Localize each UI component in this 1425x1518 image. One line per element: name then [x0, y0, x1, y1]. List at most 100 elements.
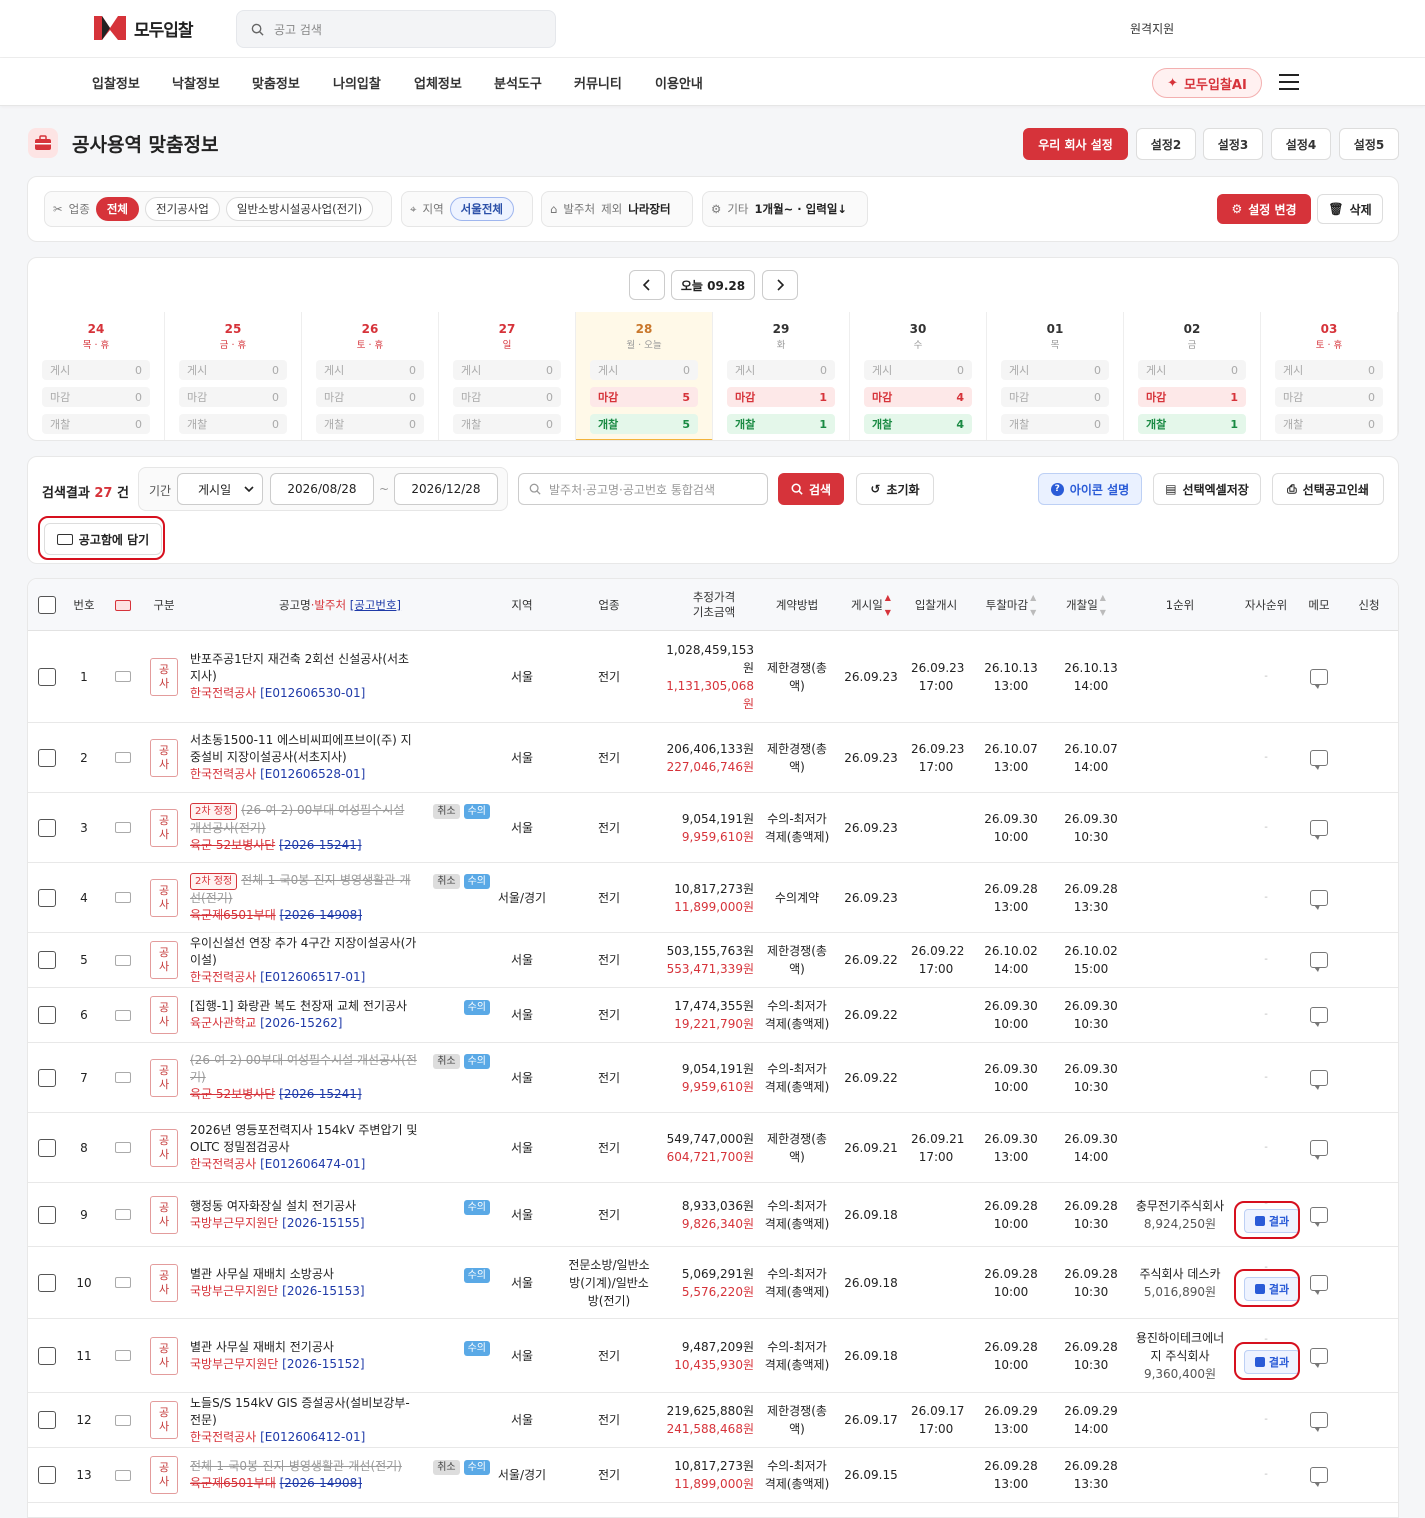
title-cell[interactable]: (26-여-2) 00부대 여성필수시설 개선공사(전기) 취소 수의 육군 52… — [190, 1043, 490, 1112]
excel-save-button[interactable]: ▤ 선택엑셀저장 — [1153, 473, 1261, 505]
row-checkbox-cell[interactable] — [36, 933, 58, 987]
basket-icon[interactable] — [112, 1448, 134, 1502]
bid-number[interactable]: [2026-14908] — [280, 1476, 362, 1490]
title-cell[interactable]: 별관 사무실 재배치 전기공사 수의 국방부근무지원단 [2026-15152] — [190, 1319, 490, 1392]
nav-item-company-info[interactable]: 업체정보 — [414, 73, 462, 92]
date-from-input[interactable]: 2026/08/28 — [270, 473, 374, 505]
bid-owner[interactable]: 한국전력공사 — [190, 686, 256, 700]
row-checkbox-cell[interactable] — [36, 863, 58, 932]
row-checkbox-cell[interactable] — [36, 723, 58, 792]
calendar-count-gae[interactable]: 개찰 0 — [1001, 414, 1109, 434]
memo-cell[interactable] — [1300, 933, 1338, 987]
date-to-input[interactable]: 2026/12/28 — [394, 473, 498, 505]
title-cell[interactable]: 별관 사무실 재배치 소방공사 수의 국방부근무지원단 [2026-15153] — [190, 1247, 490, 1318]
title-cell[interactable]: 2차 정정 전체-1-국0봉-진지-병영생활관-개선(전기) 취소 수의 육군제65… — [190, 863, 490, 932]
calendar-count-mag[interactable]: 마감 5 — [590, 387, 698, 407]
bid-owner[interactable]: 한국전력공사 — [190, 970, 256, 984]
bid-title[interactable]: 노들S/S 154kV GIS 증설공사(설비보강부-전문) — [190, 1396, 410, 1427]
bid-number[interactable]: [E012606474-01] — [260, 1157, 365, 1171]
row-checkbox[interactable] — [38, 1205, 56, 1224]
chip-biz-electric[interactable]: 전기공사업 — [144, 197, 220, 221]
table-row[interactable]: 13 공사 전체-1-국0봉-진지-병영생활관-개선(전기) 취소 수의 육군제6… — [28, 1448, 1398, 1503]
memo-icon[interactable] — [1310, 1007, 1328, 1027]
chip-region-seoul[interactable]: 서울전체 — [449, 197, 514, 221]
memo-icon[interactable] — [1310, 1412, 1328, 1432]
row-checkbox-cell[interactable] — [36, 1247, 58, 1318]
calendar-prev-button[interactable] — [629, 270, 665, 300]
bid-number[interactable]: [E012606517-01] — [260, 970, 365, 984]
title-cell[interactable]: 행정동 여자화장실 설치 전기공사 수의 국방부근무지원단 [2026-1515… — [190, 1183, 490, 1246]
title-cell[interactable]: 전체-1-국0봉-진지-병영생활관-개선(전기) 취소 수의 육군제6501부대 … — [190, 1448, 490, 1502]
preset-5[interactable]: 설정5 — [1339, 128, 1399, 160]
bid-title[interactable]: [집행-1] 화랑관 복도 천장재 교체 전기공사 — [190, 999, 407, 1013]
table-row[interactable]: 6 공사 [집행-1] 화랑관 복도 천장재 교체 전기공사 수의 육군사관학교… — [28, 988, 1398, 1043]
calendar-count-mag[interactable]: 마감 4 — [864, 387, 972, 407]
bid-title[interactable]: (26-여-2) 00부대 여성필수시설 개선공사(전기) — [190, 1053, 417, 1084]
memo-cell[interactable] — [1300, 793, 1338, 862]
calendar-count-post[interactable]: 게시 0 — [453, 360, 561, 380]
bid-number[interactable]: [2026-15241] — [279, 1087, 361, 1101]
filter-owner-group[interactable]: ⌂ 발주처 제외 나라장터 — [541, 191, 693, 227]
row-checkbox[interactable] — [38, 888, 56, 907]
bid-title[interactable]: 전체-1-국0봉-진지-병영생활관-개선(전기) — [190, 1459, 402, 1473]
bid-number[interactable]: [2026-14908] — [280, 908, 362, 922]
table-row[interactable]: 2 공사 서초동1500-11 에스비씨피에프브이(주) 지중설비 지장이설공사… — [28, 723, 1398, 793]
row-checkbox-cell[interactable] — [36, 793, 58, 862]
title-cell[interactable]: 반포주공1단지 재건축 2회선 신설공사(서초지사) 한국전력공사 [E0126… — [190, 631, 490, 722]
calendar-count-mag[interactable]: 마감 0 — [316, 387, 424, 407]
bid-number[interactable]: [E012606412-01] — [260, 1430, 365, 1444]
memo-cell[interactable] — [1300, 1113, 1338, 1182]
calendar-count-mag[interactable]: 마감 0 — [1275, 387, 1383, 407]
bid-number[interactable]: [2026-15262] — [260, 1016, 342, 1030]
calendar-count-gae[interactable]: 개찰 1 — [1138, 414, 1246, 434]
calendar-count-post[interactable]: 게시 0 — [42, 360, 150, 380]
bid-number[interactable]: [2026-15152] — [282, 1357, 364, 1371]
row-checkbox-cell[interactable] — [36, 1183, 58, 1246]
th-close[interactable]: 투찰마감 ▲ ▼ — [978, 579, 1044, 631]
bid-number[interactable]: [2026-15241] — [279, 838, 361, 852]
basket-icon[interactable] — [112, 988, 134, 1042]
calendar-next-button[interactable] — [762, 270, 798, 300]
date-type-select[interactable]: 게시일 — [177, 473, 263, 505]
title-cell[interactable]: 우이신설선 연장 추가 4구간 지장이설공사(가이설) 한국전력공사 [E012… — [190, 933, 490, 987]
preset-4[interactable]: 설정4 — [1271, 128, 1331, 160]
row-checkbox[interactable] — [38, 1273, 56, 1292]
select-all-checkbox-cell[interactable] — [36, 579, 58, 631]
row-checkbox[interactable] — [38, 1346, 56, 1365]
calendar-count-gae[interactable]: 개찰 0 — [179, 414, 287, 434]
menu-icon[interactable] — [1279, 74, 1299, 90]
chip-biz-fire[interactable]: 일반소방시설공사업(전기) — [225, 197, 374, 221]
basket-icon[interactable] — [112, 723, 134, 792]
bid-owner[interactable]: 국방부근무지원단 — [190, 1216, 278, 1230]
bid-owner[interactable]: 육군제6501부대 — [190, 1476, 276, 1490]
calendar-count-mag[interactable]: 마감 0 — [1001, 387, 1109, 407]
title-cell[interactable]: 노들S/S 154kV GIS 증설공사(설비보강부-전문) 한국전력공사 [E… — [190, 1393, 490, 1447]
title-cell[interactable]: 2026년 영등포전력지사 154kV 주변압기 및 OLTC 정밀점검공사 한… — [190, 1113, 490, 1182]
row-checkbox[interactable] — [38, 951, 56, 969]
keyword-search-input[interactable]: 발주처·공고명·공고번호 통합검색 — [518, 473, 768, 505]
basket-icon[interactable] — [112, 1113, 134, 1182]
calendar-count-gae[interactable]: 개찰 0 — [453, 414, 561, 434]
search-button[interactable]: 검색 — [778, 473, 844, 505]
row-checkbox-cell[interactable] — [36, 631, 58, 722]
row-checkbox-cell[interactable] — [36, 1319, 58, 1392]
table-row[interactable]: 5 공사 우이신설선 연장 추가 4구간 지장이설공사(가이설) 한국전력공사 … — [28, 933, 1398, 988]
calendar-count-gae[interactable]: 개찰 5 — [590, 414, 698, 434]
bid-title[interactable]: 반포주공1단지 재건축 2회선 신설공사(서초지사) — [190, 652, 409, 683]
row-checkbox[interactable] — [38, 1411, 56, 1429]
preset-3[interactable]: 설정3 — [1203, 128, 1263, 160]
calendar-count-gae[interactable]: 개찰 1 — [727, 414, 835, 434]
filter-etc-group[interactable]: ⚙ 기타 1개월~ · 입력일↓ — [702, 191, 868, 227]
nav-item-analysis[interactable]: 분석도구 — [494, 73, 542, 92]
bid-number[interactable]: [2026-15153] — [282, 1284, 364, 1298]
calendar-day[interactable]: 30 수 게시 0 마감 4 개찰 4 — [850, 312, 987, 440]
calendar-count-mag[interactable]: 마감 0 — [179, 387, 287, 407]
bid-owner[interactable]: 한국전력공사 — [190, 767, 256, 781]
basket-icon[interactable] — [112, 933, 134, 987]
print-button[interactable]: ⎙ 선택공고인쇄 — [1272, 473, 1384, 505]
title-cell[interactable]: 서초동1500-11 에스비씨피에프브이(주) 지중설비 지장이설공사(서초지사… — [190, 723, 490, 792]
nav-item-community[interactable]: 커뮤니티 — [574, 73, 622, 92]
basket-icon[interactable] — [112, 793, 134, 862]
calendar-day[interactable]: 26 토 · 휴 게시 0 마감 0 개찰 0 — [302, 312, 439, 440]
calendar-count-mag[interactable]: 마감 1 — [1138, 387, 1246, 407]
